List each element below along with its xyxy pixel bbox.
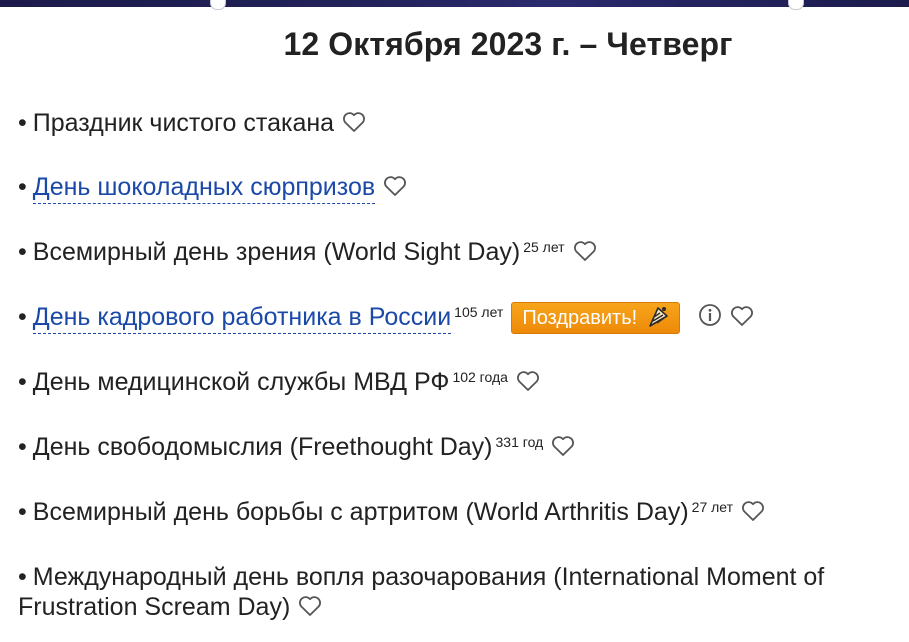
heart-icon[interactable]: [383, 175, 407, 197]
holiday-name: День свободомыслия (Freethought Day): [32, 433, 493, 461]
bullet: •: [18, 173, 27, 201]
holiday-name: Всемирный день борьбы с артритом (World …: [32, 498, 689, 526]
years-badge: 102 года: [452, 369, 508, 385]
years-badge: 27 лет: [691, 499, 734, 515]
bullet: •: [18, 109, 27, 137]
heart-icon[interactable]: [551, 435, 575, 457]
heart-icon[interactable]: [730, 305, 754, 327]
list-item: • День кадрового работника в России 105 ле…: [18, 302, 754, 334]
congratulate-button-label: Поздравить!: [522, 307, 638, 329]
heart-icon[interactable]: [342, 111, 366, 133]
info-icon[interactable]: [698, 303, 722, 327]
bullet: •: [18, 368, 27, 396]
holiday-link[interactable]: День кадрового работника в России: [32, 303, 452, 334]
heart-icon[interactable]: [516, 370, 540, 392]
list-item: • Праздник чистого стакана: [18, 108, 366, 138]
bullet: •: [18, 498, 27, 526]
page-title: 12 Октября 2023 г. – Четверг: [283, 26, 733, 62]
heart-icon[interactable]: [298, 595, 322, 617]
holiday-name: Международный день вопля разочарования (…: [18, 563, 825, 621]
holiday-link[interactable]: День шоколадных сюрпризов: [32, 173, 376, 204]
list-item: • День шоколадных сюрпризов: [18, 172, 407, 204]
years-badge: 25 лет: [523, 239, 565, 255]
holiday-name: Праздник чистого стакана: [32, 109, 335, 137]
header-notch: [788, 0, 804, 10]
holiday-name: День медицинской службы МВД РФ: [32, 368, 450, 396]
bullet: •: [18, 433, 27, 461]
list-item: • День свободомыслия (Freethought Day) 331…: [18, 432, 575, 462]
header-notch: [210, 0, 226, 10]
heart-icon[interactable]: [573, 240, 597, 262]
list-item: • Всемирный день борьбы с артритом (World…: [18, 497, 765, 527]
years-badge: 331 год: [495, 434, 544, 450]
list-item: • День медицинской службы МВД РФ 102 года: [18, 367, 540, 397]
bullet: •: [18, 303, 27, 331]
bullet: •: [18, 563, 27, 591]
list-item: • Всемирный день зрения (World Sight Day)…: [18, 237, 597, 267]
top-header-strip: [0, 0, 909, 10]
years-badge: 105 лет: [454, 304, 504, 320]
congratulate-button[interactable]: Поздравить!: [511, 302, 680, 334]
holiday-name: Всемирный день зрения (World Sight Day): [32, 238, 521, 266]
gift-icon: [645, 304, 671, 328]
heart-icon[interactable]: [741, 500, 765, 522]
list-item: • Международный день вопля разочарования …: [18, 562, 898, 622]
bullet: •: [18, 238, 27, 266]
